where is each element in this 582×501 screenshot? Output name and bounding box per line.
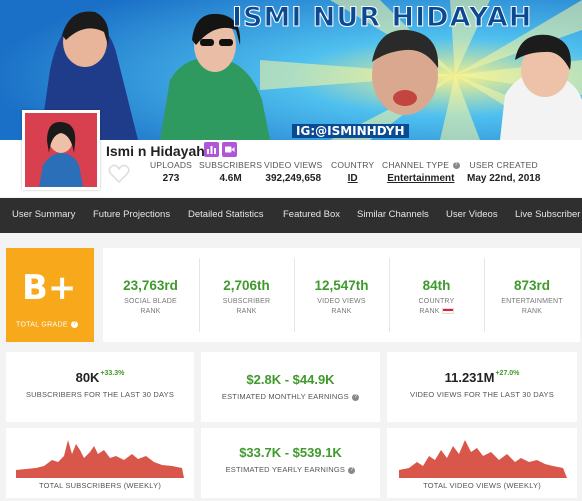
badge-partner[interactable] xyxy=(204,142,219,157)
rank-country[interactable]: 84th COUNTRY RANK xyxy=(389,248,484,342)
yearly-earnings-card: $33.7K - $539.1K ESTIMATED YEARLY EARNIN… xyxy=(201,428,380,498)
rank-social-blade: 23,763rd SOCIAL BLADE RANK xyxy=(123,278,178,315)
stat-subscribers: SUBSCRIBERS 4.6M xyxy=(199,160,263,184)
channel-type-link[interactable]: Entertainment xyxy=(382,173,460,184)
nav-similar-channels[interactable]: Similar Channels xyxy=(357,209,429,220)
banner-instagram-handle: IG:@ISMINHDYH xyxy=(292,124,409,138)
weekly-subscribers-sparkline xyxy=(16,440,184,478)
total-grade-label: TOTAL GRADE ? xyxy=(16,321,79,329)
rank-entertainment[interactable]: 873rd ENTERTAINMENT RANK xyxy=(484,248,580,342)
nav-user-videos[interactable]: User Videos xyxy=(446,209,498,220)
stat-country[interactable]: COUNTRY ID xyxy=(331,160,374,184)
nav-featured-box[interactable]: Featured Box xyxy=(283,209,340,220)
ranks-panel: 23,763rd SOCIAL BLADE RANK 2,706th SUBSCR… xyxy=(103,248,580,342)
info-icon[interactable]: ? xyxy=(71,321,79,328)
country-link[interactable]: ID xyxy=(331,173,374,184)
favorite-heart-icon[interactable] xyxy=(108,164,130,184)
video-camera-icon xyxy=(225,146,235,153)
rank-video-views: 12,547th VIDEO VIEWS RANK xyxy=(314,278,369,315)
channel-name: Ismi n Hidayah xyxy=(106,143,205,159)
nav-future-projections[interactable]: Future Projections xyxy=(93,209,170,220)
info-icon[interactable]: ? xyxy=(348,466,356,474)
section-nav: User Summary Future Projections Detailed… xyxy=(0,198,582,233)
nav-user-summary[interactable]: User Summary xyxy=(12,209,75,220)
weekly-video-views-chart-card: TOTAL VIDEO VIEWS (WEEKLY) xyxy=(387,428,577,498)
nav-detailed-statistics[interactable]: Detailed Statistics xyxy=(188,209,264,220)
monthly-earnings-card: $2.8K - $44.9K ESTIMATED MONTHLY EARNING… xyxy=(201,352,380,422)
rank-subscriber: 2,706th SUBSCRIBER RANK xyxy=(222,278,271,315)
badge-video[interactable] xyxy=(222,142,237,157)
weekly-subscribers-chart-card: TOTAL SUBSCRIBERS (WEEKLY) xyxy=(6,428,194,498)
stat-video-views: VIDEO VIEWS 392,249,658 xyxy=(264,160,323,184)
avatar[interactable] xyxy=(22,110,100,190)
total-grade-value: B+ xyxy=(22,268,77,308)
indonesia-flag-icon xyxy=(441,308,454,315)
banner-title: ISMI NUR HIDAYAH xyxy=(231,2,533,34)
stat-channel-type[interactable]: CHANNEL TYPE ? Entertainment xyxy=(382,160,460,184)
stat-user-created: USER CREATED May 22nd, 2018 xyxy=(467,160,541,184)
avatar-image xyxy=(25,113,97,187)
info-icon[interactable]: ? xyxy=(352,393,360,401)
stat-uploads: UPLOADS 273 xyxy=(150,160,193,184)
video-views-30-days-card: 11.231M+27.0% VIDEO VIEWS FOR THE LAST 3… xyxy=(387,352,577,422)
chart-badge-icon xyxy=(207,146,216,154)
weekly-video-views-sparkline xyxy=(399,440,567,478)
nav-live-subscriber[interactable]: Live Subscriber xyxy=(515,209,580,220)
subscribers-30-days-card: 80K+33.3% SUBSCRIBERS FOR THE LAST 30 DA… xyxy=(6,352,194,422)
info-icon[interactable]: ? xyxy=(452,162,460,170)
total-grade-box: B+ TOTAL GRADE ? xyxy=(6,248,94,342)
